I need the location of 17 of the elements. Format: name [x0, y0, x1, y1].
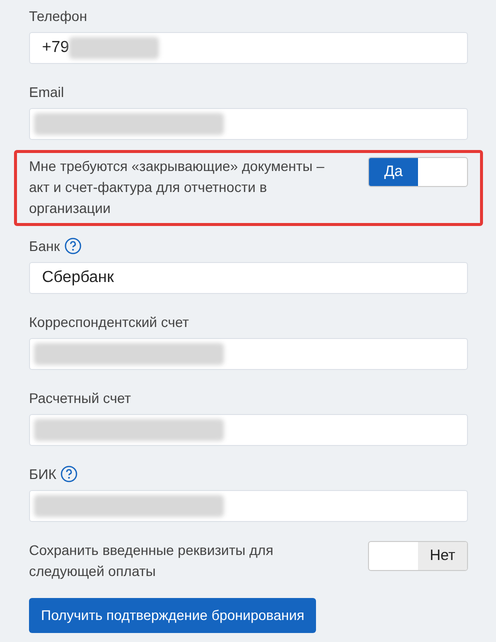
submit-button[interactable]: Получить подтверждение бронирования — [29, 598, 316, 633]
field-label: Телефон — [29, 6, 88, 26]
field-value: Сбербанк — [42, 268, 114, 288]
toggle-switch[interactable]: Нет — [368, 541, 468, 571]
toggle-state: Нет — [418, 542, 467, 570]
field-value: +79 — [42, 38, 70, 58]
field-label: Банк — [29, 236, 60, 256]
input-field[interactable]: +79 — [29, 32, 468, 64]
field-label: Расчетный счет — [29, 388, 131, 408]
toggle-state: Да — [369, 158, 418, 186]
toggle-switch[interactable]: Да — [368, 157, 468, 187]
toggle-label: Мне требуются «закрывающие» документы – акт и счет-фактура для отчетности в организации — [29, 157, 326, 218]
field-label: БИК — [29, 464, 56, 484]
field-label: Email — [29, 82, 64, 102]
toggle-label: Сохранить введенные реквизиты для следующей оплаты — [29, 541, 274, 581]
field-label: Корреспондентский счет — [29, 312, 189, 332]
input-field[interactable]: Сбербанк — [29, 262, 468, 294]
